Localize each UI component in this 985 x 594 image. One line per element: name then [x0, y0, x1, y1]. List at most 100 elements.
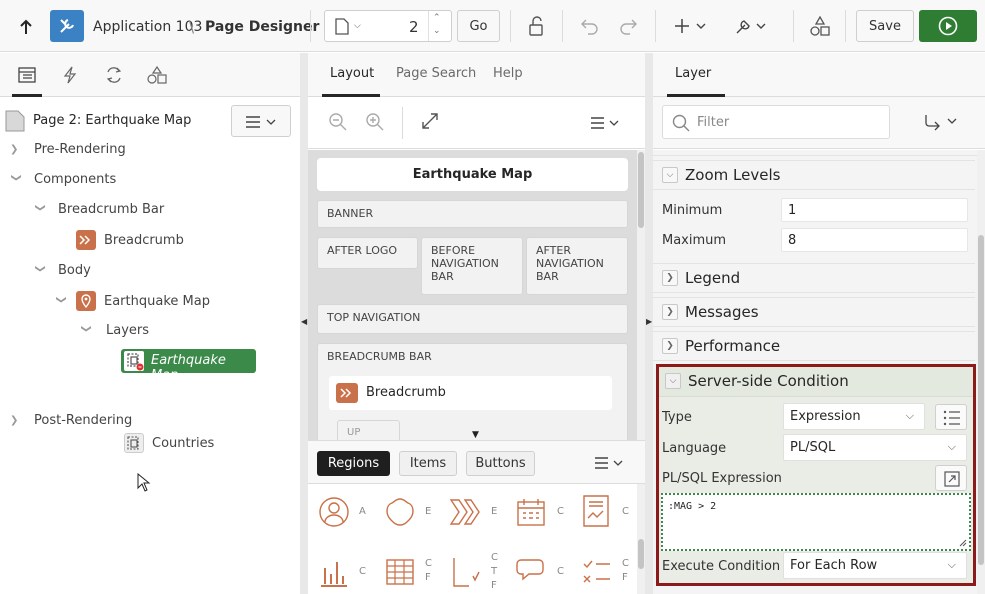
prop-label: Minimum	[662, 203, 723, 218]
layout-top-nav-slot[interactable]: TOP NAVIGATION	[317, 304, 628, 334]
group-messages[interactable]: ❯ Messages	[653, 297, 975, 327]
zoom-out-icon[interactable]	[328, 112, 348, 132]
tree-node-breadcrumb[interactable]: Breadcrumb	[76, 230, 184, 250]
right-tabbar: Layer	[653, 53, 985, 97]
code-editor-button[interactable]	[935, 465, 967, 491]
gallery-scrollbar[interactable]	[637, 484, 645, 594]
undo-icon[interactable]	[578, 14, 602, 38]
rendering-tab-icon[interactable]	[18, 67, 36, 83]
run-page-button[interactable]	[919, 10, 977, 42]
layout-banner-slot[interactable]: BANNER	[317, 200, 628, 228]
gallery-item-label: E	[425, 506, 432, 517]
save-button[interactable]: Save	[856, 10, 914, 42]
left-splitter[interactable]: ◀	[300, 53, 308, 594]
type-select[interactable]: Expression ⌵	[783, 403, 925, 430]
gallery-item-badge[interactable]	[384, 496, 416, 528]
redo-icon[interactable]	[616, 14, 640, 38]
gallery-tab-regions[interactable]: Regions	[317, 451, 390, 476]
tree-node-components[interactable]: ❯ Components	[10, 172, 117, 187]
group-title: Server-side Condition	[688, 372, 849, 390]
tree-menu-button[interactable]	[231, 105, 291, 137]
tree-node-pre-rendering[interactable]: ❯ Pre-Rendering	[10, 142, 126, 157]
go-to-group-button[interactable]	[923, 113, 961, 131]
chevron-down-icon: ⌵	[947, 558, 956, 571]
gallery-item-comments[interactable]	[515, 556, 547, 588]
right-splitter[interactable]: ▶	[645, 53, 653, 594]
gallery-item-chart[interactable]	[318, 556, 350, 588]
chevron-right-icon: ❯	[662, 304, 678, 320]
gallery-item-card[interactable]	[581, 494, 611, 528]
scroll-down-icon[interactable]: ▼	[472, 430, 479, 440]
tree-label: Body	[58, 263, 91, 278]
tree-node-breadcrumb-bar[interactable]: ❯ Breadcrumb Bar	[34, 202, 165, 217]
layout-after-nav-slot[interactable]: AFTER NAVIGATION BAR	[526, 237, 628, 295]
group-server-side-condition[interactable]: ⌵ Server-side Condition	[659, 367, 973, 397]
up-arrow-icon[interactable]	[14, 16, 38, 38]
group-zoom-levels[interactable]: ⌵ Zoom Levels	[653, 160, 975, 190]
gallery-item-avatar[interactable]	[318, 496, 350, 528]
layout-page-title[interactable]: Earthquake Map	[317, 158, 628, 191]
group-title: Legend	[685, 269, 741, 287]
minimum-input[interactable]: 1	[781, 198, 968, 222]
tree-node-layer-earthquake-map[interactable]: Earthquake Map	[121, 349, 256, 383]
tree-node-layers[interactable]: ❯ Layers	[80, 323, 150, 338]
group-performance[interactable]: ❯ Performance	[653, 331, 975, 361]
add-menu-button[interactable]	[675, 14, 711, 38]
dynamic-actions-tab-icon[interactable]	[62, 66, 78, 84]
application-icon[interactable]	[50, 10, 84, 42]
property-filter-bar: Filter	[653, 97, 985, 149]
gallery-menu-button[interactable]	[595, 457, 625, 469]
tab-help[interactable]: Help	[493, 66, 523, 81]
group-title: Performance	[685, 337, 781, 355]
tree-node-layer-countries[interactable]: Countries	[124, 433, 214, 453]
group-legend[interactable]: ❯ Legend	[653, 263, 975, 293]
increment-icon[interactable]: ⌃	[433, 13, 441, 23]
page-title[interactable]: Page 2: Earthquake Map	[33, 113, 191, 128]
filter-input[interactable]: Filter	[662, 105, 890, 139]
gallery-item-breadcrumb[interactable]	[449, 496, 483, 528]
layout-before-nav-slot[interactable]: BEFORE NAVIGATION BAR	[421, 237, 523, 295]
gallery-item-label: C	[491, 552, 498, 563]
utilities-wrench-icon[interactable]	[735, 14, 771, 38]
list-of-values-button[interactable]	[935, 404, 967, 430]
expand-icon[interactable]	[421, 112, 439, 130]
layout-menu-button[interactable]	[591, 117, 621, 129]
page-selector[interactable]: ⌵ 2 ⌃ ⌄	[324, 10, 452, 42]
language-select[interactable]: PL/SQL ⌵	[783, 434, 967, 461]
go-button[interactable]: Go	[457, 10, 500, 42]
tree-node-body[interactable]: ❯ Body	[34, 263, 91, 278]
layout-breadcrumb-region[interactable]: Breadcrumb	[329, 376, 612, 410]
gallery-item-grid[interactable]	[384, 556, 416, 588]
tab-layer[interactable]: Layer	[675, 66, 711, 81]
gallery-tab-items[interactable]: Items	[399, 451, 457, 476]
shared-components-icon[interactable]	[808, 14, 832, 38]
processing-tab-icon[interactable]	[104, 66, 124, 84]
layout-scrollbar[interactable]	[637, 150, 645, 440]
shared-components-tab-icon[interactable]	[147, 66, 167, 84]
breadcrumb-app-link[interactable]: Application 103	[93, 19, 202, 35]
gallery-item-content-row[interactable]	[581, 556, 613, 588]
property-scrollbar[interactable]	[977, 150, 985, 594]
select-value: PL/SQL	[790, 440, 836, 455]
decrement-icon[interactable]: ⌄	[433, 26, 441, 36]
tab-layout[interactable]: Layout	[330, 66, 374, 81]
execute-condition-select[interactable]: For Each Row ⌵	[783, 552, 967, 579]
gallery-tab-buttons[interactable]: Buttons	[466, 451, 535, 476]
maximum-input[interactable]: 8	[781, 228, 968, 252]
layout-after-logo-slot[interactable]: AFTER LOGO	[317, 237, 418, 269]
zoom-in-icon[interactable]	[365, 112, 385, 132]
textarea-value: :MAG > 2	[668, 501, 717, 512]
page-number-input[interactable]: 2	[409, 18, 419, 36]
gallery-item-checklist[interactable]	[449, 556, 481, 588]
tab-page-search[interactable]: Page Search	[396, 66, 476, 81]
region-label: Breadcrumb	[366, 385, 446, 400]
layout-next-slot[interactable]: UP	[337, 420, 400, 440]
gallery-item-calendar[interactable]	[515, 496, 547, 528]
unlock-icon[interactable]	[524, 14, 548, 38]
tree-label: Components	[34, 172, 117, 187]
chevron-down-icon[interactable]: ⌵	[354, 21, 361, 31]
tree-node-post-rendering[interactable]: ❯ Post-Rendering	[10, 413, 132, 428]
tree-node-earthquake-map-region[interactable]: ❯ Earthquake Map	[55, 291, 210, 311]
resize-handle-icon[interactable]	[959, 539, 967, 547]
plsql-expression-textarea[interactable]: :MAG > 2	[661, 493, 971, 551]
